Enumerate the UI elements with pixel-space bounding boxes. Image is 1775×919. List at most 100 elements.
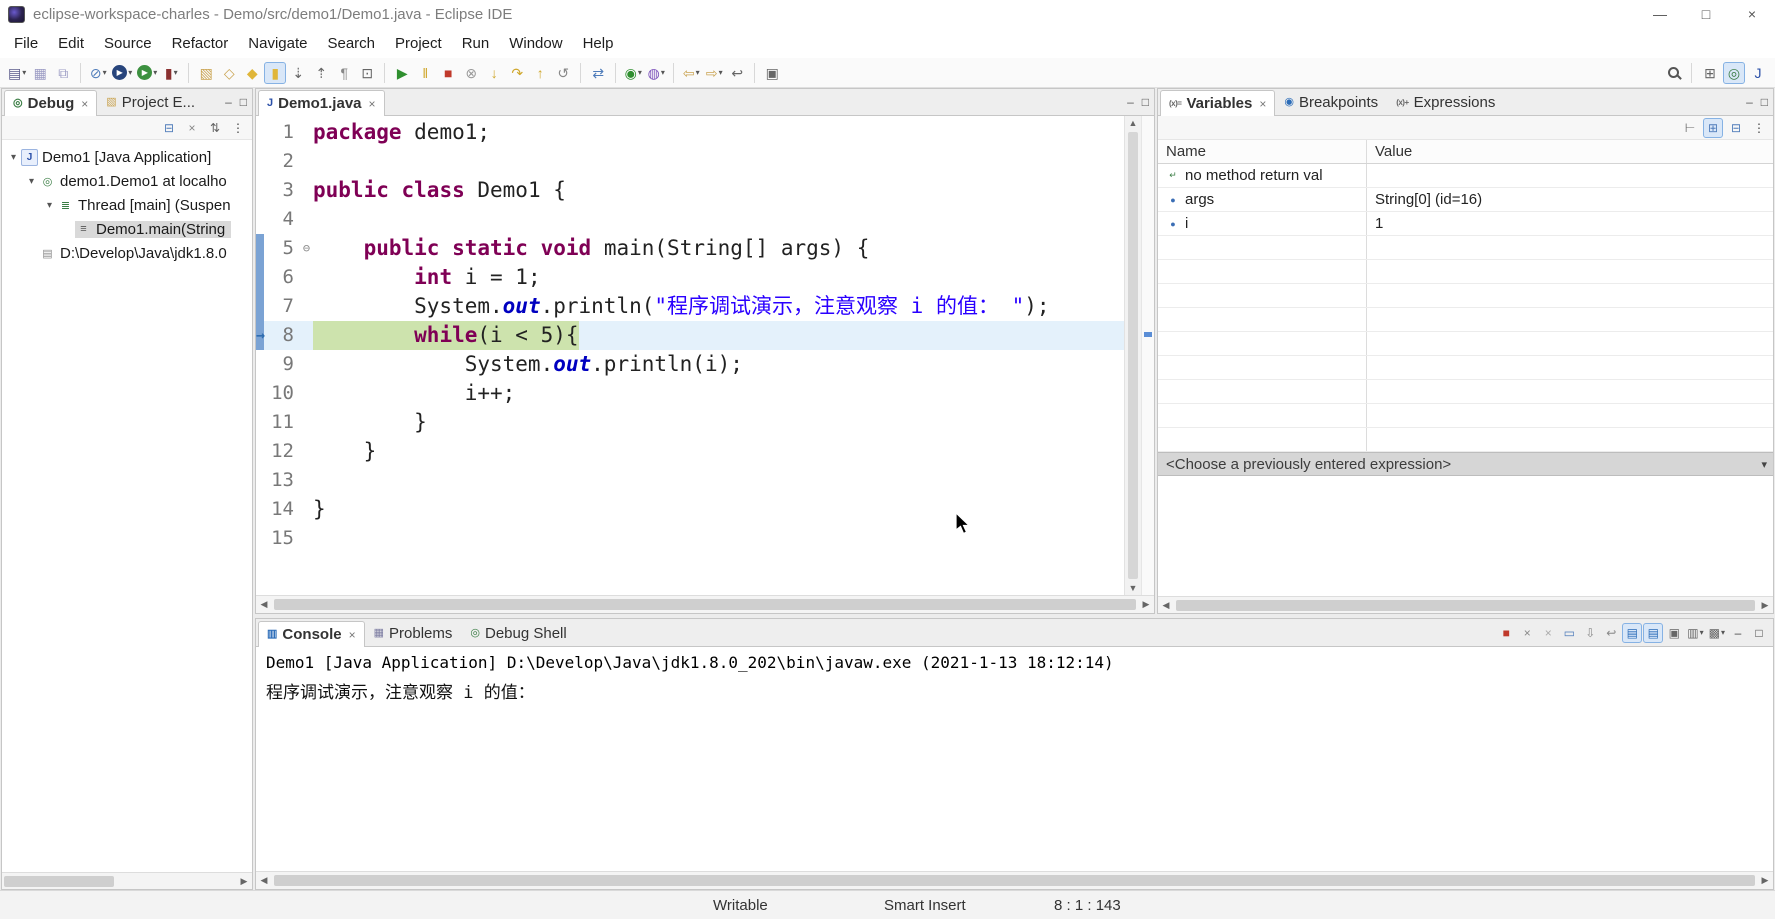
profile-dropdown[interactable]: ▾	[661, 68, 665, 77]
show-type-names-button[interactable]: ⊢	[1680, 118, 1700, 138]
annotation-gutter[interactable]	[256, 495, 264, 524]
tab-problems[interactable]: ▦Problems	[365, 620, 462, 646]
annotation-gutter[interactable]	[256, 524, 264, 553]
fold-gutter[interactable]	[300, 524, 313, 553]
line-number[interactable]: 1	[264, 118, 300, 147]
scroll-right-arrow[interactable]: ▶	[1757, 600, 1773, 611]
tab-expressions[interactable]: (x)+Expressions	[1387, 89, 1504, 115]
menu-run[interactable]: Run	[452, 30, 500, 57]
menu-window[interactable]: Window	[499, 30, 572, 57]
column-header-value[interactable]: Value	[1366, 140, 1773, 163]
skip-all-breakpoints-button[interactable]: ⊘▾	[87, 62, 109, 84]
fold-gutter[interactable]	[300, 408, 313, 437]
fold-gutter[interactable]	[300, 379, 313, 408]
scroll-left-arrow[interactable]: ◀	[256, 875, 272, 886]
resume-button[interactable]: ▶	[391, 62, 413, 84]
collapse-all-button[interactable]: ⊟	[1726, 118, 1746, 138]
scroll-right-arrow[interactable]: ▶	[1757, 875, 1773, 886]
back-button[interactable]: ⇦▾	[680, 62, 702, 84]
open-perspective-button[interactable]: ⊞	[1699, 62, 1721, 84]
prev-annotation-button[interactable]: ⇡	[310, 62, 332, 84]
menu-search[interactable]: Search	[317, 30, 385, 57]
code-line[interactable]: 1package demo1;	[256, 118, 1124, 147]
line-number[interactable]: 15	[264, 524, 300, 553]
line-number[interactable]: 5	[264, 234, 300, 263]
close-window-button[interactable]: ×	[1729, 0, 1775, 28]
variables-hscrollbar[interactable]: ◀ ▶	[1158, 596, 1773, 613]
display-console-button[interactable]: ▥▾	[1685, 623, 1705, 643]
save-all-button[interactable]: ⧉	[52, 62, 74, 84]
line-number[interactable]: 14	[264, 495, 300, 524]
tab-debug-shell[interactable]: ◎Debug Shell	[461, 620, 575, 646]
search-button[interactable]	[1662, 62, 1684, 84]
line-number[interactable]: 12	[264, 437, 300, 466]
line-number[interactable]: 4	[264, 205, 300, 234]
collapse-fold-icon[interactable]: ⊖	[303, 234, 310, 263]
maximize-view-button[interactable]: □	[240, 95, 247, 109]
forward-dropdown[interactable]: ▾	[719, 68, 723, 77]
column-header-name[interactable]: Name	[1158, 143, 1366, 160]
open-console-button[interactable]: ▩▾	[1707, 623, 1727, 643]
suspend-button[interactable]: ‖	[414, 62, 436, 84]
tab-breakpoints[interactable]: ◉Breakpoints	[1275, 89, 1387, 115]
annotation-gutter[interactable]	[256, 437, 264, 466]
tab-project-e[interactable]: ▧Project E...	[97, 89, 204, 115]
code-line[interactable]: 15	[256, 524, 1124, 553]
line-number[interactable]: 13	[264, 466, 300, 495]
code-line[interactable]: 4	[256, 205, 1124, 234]
menu-navigate[interactable]: Navigate	[238, 30, 317, 57]
fold-gutter[interactable]	[300, 350, 313, 379]
annotation-gutter[interactable]	[256, 147, 264, 176]
java-perspective-button[interactable]: J	[1747, 62, 1769, 84]
remove-all-terminated-button[interactable]: ×	[182, 118, 202, 138]
line-number[interactable]: 2	[264, 147, 300, 176]
annotation-gutter[interactable]	[256, 176, 264, 205]
code-line[interactable]: 3public class Demo1 {	[256, 176, 1124, 205]
console-output-area[interactable]: Demo1 [Java Application] D:\Develop\Java…	[256, 647, 1773, 871]
maximize-window-button[interactable]: □	[1683, 0, 1729, 28]
use-step-filters-button[interactable]: ⇄	[587, 62, 609, 84]
new-wizard-button[interactable]: ▤▾	[6, 62, 28, 84]
code-line[interactable]: →8 while(i < 5){	[256, 321, 1124, 350]
editor-vscrollbar[interactable]: ▲ ▼	[1124, 116, 1141, 595]
show-logical-structures-button[interactable]: ⊞	[1703, 118, 1723, 138]
code-line[interactable]: 6 int i = 1;	[256, 263, 1124, 292]
overview-ruler[interactable]	[1141, 116, 1154, 595]
scroll-down-arrow[interactable]: ▼	[1125, 583, 1141, 593]
debug-tree-item[interactable]: ▾◎demo1.Demo1 at localho	[2, 169, 252, 193]
fold-gutter[interactable]	[300, 147, 313, 176]
next-annotation-button[interactable]: ⇣	[287, 62, 309, 84]
annotation-gutter[interactable]	[256, 350, 264, 379]
code-line[interactable]: 2	[256, 147, 1124, 176]
fold-gutter[interactable]	[300, 118, 313, 147]
code-line[interactable]: 12 }	[256, 437, 1124, 466]
debug-button[interactable]: ▶▾	[110, 62, 134, 84]
coverage-button[interactable]: ▮▾	[160, 62, 182, 84]
close-icon[interactable]: ×	[369, 97, 376, 111]
code-line[interactable]: 9 System.out.println(i);	[256, 350, 1124, 379]
scrollbar-thumb[interactable]	[1176, 600, 1755, 611]
profile-button[interactable]: ◍▾	[645, 62, 667, 84]
scroll-lock-button[interactable]: ⇩	[1580, 623, 1600, 643]
fold-gutter[interactable]	[300, 263, 313, 292]
menu-edit[interactable]: Edit	[48, 30, 94, 57]
open-console-dropdown[interactable]: ▾	[1721, 628, 1725, 637]
code-line[interactable]: 10 i++;	[256, 379, 1124, 408]
terminate-button[interactable]: ■	[1496, 623, 1516, 643]
line-number[interactable]: 6	[264, 263, 300, 292]
debug-tree-item[interactable]: ≡Demo1.main(String	[2, 217, 252, 241]
variable-row[interactable]: ●i1	[1158, 212, 1773, 236]
minimize-view-button[interactable]: –	[225, 95, 232, 109]
run-dropdown[interactable]: ▾	[153, 68, 157, 77]
annotation-gutter[interactable]	[256, 292, 264, 321]
terminate-button[interactable]: ■	[437, 62, 459, 84]
save-button[interactable]: ▦	[29, 62, 51, 84]
debug-perspective-button[interactable]: ◎	[1723, 62, 1745, 84]
debug-tree-item[interactable]: ▤D:\Develop\Java\jdk1.8.0	[2, 241, 252, 265]
annotation-gutter[interactable]	[256, 118, 264, 147]
minimize-view-button[interactable]: –	[1746, 95, 1753, 109]
back-dropdown[interactable]: ▾	[696, 68, 700, 77]
step-into-button[interactable]: ↓	[483, 62, 505, 84]
maximize-view-button[interactable]: □	[1749, 623, 1769, 643]
tab-debug[interactable]: ◎Debug×	[4, 90, 97, 116]
